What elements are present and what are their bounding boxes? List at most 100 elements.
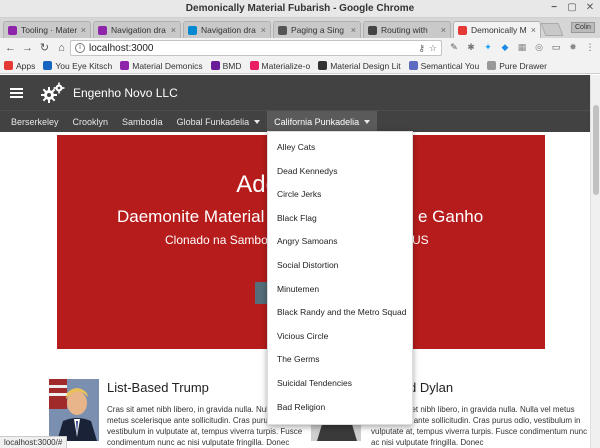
tab-favicon-icon bbox=[278, 25, 287, 35]
profile-button[interactable]: Colin bbox=[571, 22, 595, 33]
dropdown-item-the-germs[interactable]: The Germs bbox=[268, 348, 412, 372]
info-icon[interactable]: i bbox=[75, 43, 85, 53]
status-bar: localhost:3000/# bbox=[0, 436, 68, 448]
tab-label: Navigation dra bbox=[111, 25, 166, 35]
tab-favicon-icon bbox=[458, 25, 467, 35]
browser-tab[interactable]: Routing with × bbox=[363, 21, 451, 38]
tab-favicon-icon bbox=[8, 25, 17, 35]
bookmark-label: BMD bbox=[222, 60, 242, 71]
nav-item-crooklyn[interactable]: Crooklyn bbox=[66, 111, 116, 132]
back-icon[interactable]: ← bbox=[4, 41, 17, 55]
tab-close-icon[interactable]: × bbox=[81, 25, 86, 35]
gears-logo-icon bbox=[41, 82, 65, 103]
bookmark-item[interactable]: Pure Drawer bbox=[487, 61, 547, 71]
browser-tab[interactable]: Navigation dra × bbox=[183, 21, 271, 38]
browser-tab[interactable]: Tooling · Mater × bbox=[3, 21, 91, 38]
omnibox-icons: ⚷ ☆ bbox=[418, 43, 437, 54]
browser-toolbar: ← → ↻ ⌂ i localhost:3000 ⚷ ☆ ✎ ✱ ✦ ◆ ▦ ◎… bbox=[0, 38, 600, 58]
bookmark-item[interactable]: Materialize-o bbox=[249, 61, 310, 71]
extension-cast-icon[interactable]: ▭ bbox=[550, 41, 562, 53]
bookmark-favicon-icon bbox=[120, 61, 130, 70]
nav-item-global-funkadelia[interactable]: Global Funkadelia bbox=[170, 111, 268, 132]
extension-drop-icon[interactable]: ◆ bbox=[499, 41, 511, 53]
dropdown-item-dead-kennedys[interactable]: Dead Kennedys bbox=[268, 160, 412, 184]
dropdown-item-suicidal-tendencies[interactable]: Suicidal Tendencies bbox=[268, 372, 412, 396]
tab-close-icon[interactable]: × bbox=[531, 25, 536, 35]
page-scrollbar[interactable] bbox=[590, 75, 600, 448]
bookmark-favicon-icon bbox=[318, 61, 328, 70]
card-title: List-Based Trump bbox=[107, 380, 209, 395]
close-window-button[interactable]: ✕ bbox=[584, 2, 596, 14]
dropdown-item-angry-samoans[interactable]: Angry Samoans bbox=[268, 230, 412, 254]
dropdown-item-black-flag[interactable]: Black Flag bbox=[268, 207, 412, 231]
forward-icon[interactable]: → bbox=[21, 41, 34, 55]
bookmark-item[interactable]: Material Design Lit bbox=[318, 60, 401, 71]
hamburger-menu-icon[interactable] bbox=[10, 87, 23, 98]
main-nav: Berserkeley Crooklyn Sambodia Global Fun… bbox=[0, 110, 590, 132]
bookmark-label: Material Design Lit bbox=[330, 60, 401, 71]
bookmark-favicon-icon bbox=[408, 61, 418, 70]
new-tab-button[interactable] bbox=[540, 23, 564, 36]
extension-circle-icon[interactable]: ◎ bbox=[533, 41, 545, 53]
bookmark-item[interactable]: You Eye Kitsch bbox=[43, 61, 112, 71]
tab-favicon-icon bbox=[188, 25, 197, 35]
dropdown-item-circle-jerks[interactable]: Circle Jerks bbox=[268, 183, 412, 207]
scrollbar-thumb[interactable] bbox=[593, 105, 599, 195]
browser-tab[interactable]: Paging a Sing × bbox=[273, 21, 361, 38]
bookmark-label: Semantical You bbox=[420, 60, 480, 71]
extension-bug-icon[interactable]: ✸ bbox=[567, 41, 579, 53]
page-viewport: Engenho Novo LLC Berserkeley Crooklyn Sa… bbox=[0, 75, 590, 448]
tab-close-icon[interactable]: × bbox=[171, 25, 176, 35]
punkadelia-dropdown-menu: Alley Cats Dead Kennedys Circle Jerks Bl… bbox=[267, 131, 413, 425]
star-icon[interactable]: ☆ bbox=[429, 43, 437, 54]
tab-favicon-icon bbox=[98, 25, 107, 35]
tab-label: Routing with bbox=[381, 25, 428, 35]
nav-label: Berserkeley bbox=[11, 116, 59, 127]
maximize-button[interactable]: ▢ bbox=[566, 2, 578, 14]
dropdown-item-bad-religion[interactable]: Bad Religion bbox=[268, 396, 412, 420]
browser-tab-active[interactable]: Demonically M × bbox=[453, 21, 541, 38]
address-bar[interactable]: i localhost:3000 ⚷ ☆ bbox=[70, 40, 442, 56]
nav-item-berserkeley[interactable]: Berserkeley bbox=[4, 111, 66, 132]
twitter-icon[interactable]: ✦ bbox=[482, 41, 494, 53]
hero-subtitle-left: Daemonite Material bbox=[117, 207, 265, 226]
dropdown-item-social-distortion[interactable]: Social Distortion bbox=[268, 254, 412, 278]
bookmark-label: Apps bbox=[16, 60, 36, 71]
extension-grid-icon[interactable]: ▦ bbox=[516, 41, 528, 53]
nav-label: Crooklyn bbox=[72, 116, 109, 127]
key-icon[interactable]: ⚷ bbox=[418, 43, 425, 54]
dropdown-item-vicious-circle[interactable]: Vicious Circle bbox=[268, 325, 412, 349]
apps-grid-icon bbox=[4, 61, 13, 70]
hero-tagline-left: Clonado na Sambo bbox=[165, 233, 268, 247]
window-title: Demonically Material Fubarish - Google C… bbox=[185, 3, 415, 14]
tab-close-icon[interactable]: × bbox=[351, 25, 356, 35]
url-text: localhost:3000 bbox=[89, 42, 154, 54]
home-icon[interactable]: ⌂ bbox=[55, 41, 68, 55]
dropdown-item-black-randy[interactable]: Black Randy and the Metro Squad bbox=[268, 301, 412, 325]
bookmark-apps[interactable]: Apps bbox=[4, 61, 35, 71]
nav-item-california-punkadelia[interactable]: California Punkadelia bbox=[267, 111, 378, 132]
bookmark-item[interactable]: Semantical You bbox=[408, 60, 480, 71]
app-header: Engenho Novo LLC bbox=[0, 75, 590, 110]
bookmark-favicon-icon bbox=[210, 61, 220, 70]
tab-favicon-icon bbox=[368, 25, 377, 35]
extension-puzzle-icon[interactable]: ✱ bbox=[465, 41, 477, 53]
bookmark-favicon-icon bbox=[249, 61, 259, 70]
caret-down-icon bbox=[254, 119, 261, 124]
bookmark-item[interactable]: Material Demonics bbox=[120, 61, 203, 71]
dropdown-item-alley-cats[interactable]: Alley Cats bbox=[268, 136, 412, 160]
tab-label: Demonically M bbox=[471, 25, 527, 35]
bookmark-item[interactable]: BMD bbox=[210, 60, 242, 71]
browser-tab[interactable]: Navigation dra × bbox=[93, 21, 181, 38]
tab-label: Paging a Sing bbox=[291, 25, 344, 35]
menu-icon[interactable]: ⋮ bbox=[584, 41, 596, 53]
nav-label: Global Funkadelia bbox=[176, 116, 250, 127]
nav-item-sambodia[interactable]: Sambodia bbox=[115, 111, 170, 132]
tab-close-icon[interactable]: × bbox=[261, 25, 266, 35]
dropdown-item-minutemen[interactable]: Minutemen bbox=[268, 278, 412, 302]
tab-close-icon[interactable]: × bbox=[441, 25, 446, 35]
reload-icon[interactable]: ↻ bbox=[38, 41, 51, 55]
extension-wand-icon[interactable]: ✎ bbox=[448, 41, 460, 53]
minimize-button[interactable]: − bbox=[548, 2, 560, 14]
window-controls: − ▢ ✕ bbox=[548, 2, 596, 14]
